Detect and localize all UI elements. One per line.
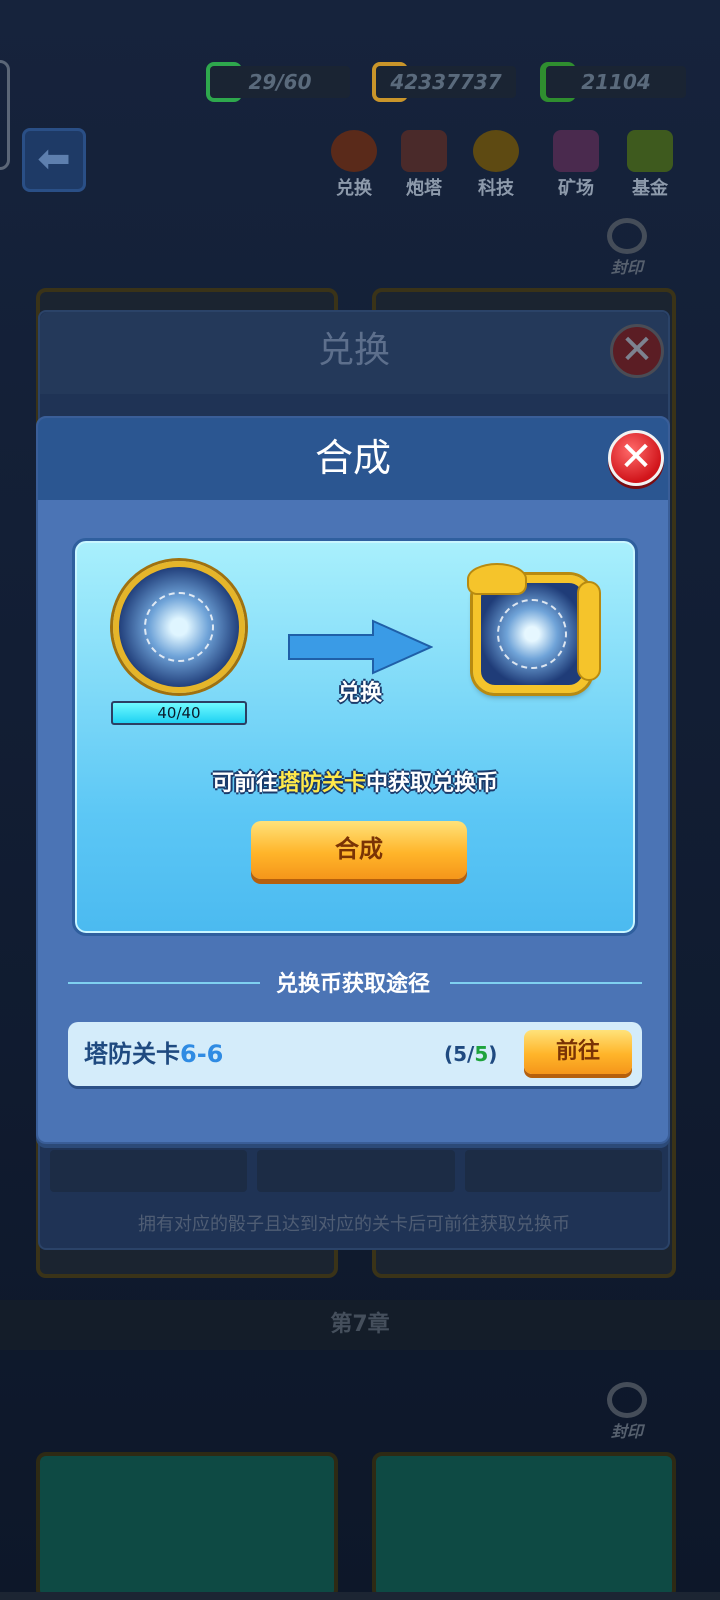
progress-text: 40/40: [157, 704, 201, 722]
nav-label: 科技: [478, 178, 514, 199]
route-count-value: 5: [474, 1042, 489, 1066]
exchange-hint: 拥有对应的骰子且达到对应的关卡后可前往获取兑换币: [138, 1214, 570, 1235]
bg-level-card-right[interactable]: [372, 1452, 676, 1600]
gem-counter: 21104: [546, 66, 686, 98]
chapter-header: 第7章: [0, 1300, 720, 1350]
arrow-label: 兑换: [337, 681, 382, 706]
seal-icon: [607, 1382, 647, 1418]
dragon-head-ornament: [467, 563, 527, 595]
route-name: 塔防关卡6-6: [84, 1022, 223, 1086]
gold-counter: 42337737: [376, 66, 516, 98]
dragon-tail-ornament: [577, 581, 601, 681]
route-row: 塔防关卡6-6 (5/5) 前往: [68, 1022, 642, 1086]
arrow-right-icon: [288, 619, 433, 675]
exchange-coin-icon: [113, 561, 245, 693]
exchange-slots: [50, 1150, 662, 1192]
nav-label: 兑换: [336, 178, 372, 199]
bg-level-card-left[interactable]: [36, 1452, 338, 1600]
seal-icon: [607, 218, 647, 254]
synth-panel: 40/40 兑换 可前往塔防关卡中获取兑换币 合成: [72, 538, 638, 936]
synth-dialog-title: 合成: [314, 436, 391, 480]
seal-badge-top: 封印: [602, 218, 652, 278]
route-count: (5/5): [444, 1022, 497, 1086]
nav-label: 炮塔: [406, 178, 442, 199]
route-stage-type: 塔防关卡: [84, 1040, 180, 1068]
mine-icon: [553, 130, 599, 172]
route-count-open: (5/: [444, 1042, 475, 1066]
exchange-dialog-title: 兑换: [317, 330, 390, 371]
energy-counter: 29/60: [210, 66, 350, 98]
seal-label: 封印: [610, 258, 643, 277]
synth-dialog: 合成 ✕ 40/40 兑换 可前往塔防关卡中获取兑换币 合成 兑换币获取途径 塔…: [36, 416, 670, 1144]
nav-fund[interactable]: 基金: [620, 130, 680, 200]
side-frame: [0, 60, 10, 170]
turret-icon: [401, 130, 447, 172]
nav-label: 基金: [632, 178, 668, 199]
exchange-slot[interactable]: [257, 1150, 455, 1192]
tip-highlight: 塔防关卡: [277, 771, 366, 796]
tip-prefix: 可前往: [211, 771, 278, 796]
exchange-dialog-header: 兑换: [40, 312, 668, 394]
nav-mine[interactable]: 矿场: [546, 130, 606, 200]
nav-tech[interactable]: 科技: [466, 130, 526, 200]
route-stage-number: 6-6: [180, 1040, 224, 1068]
coin-progress-bar: 40/40: [111, 701, 247, 725]
routes-title: 兑换币获取途径: [275, 972, 430, 997]
nav-turret[interactable]: 炮塔: [394, 130, 454, 200]
seal-label: 封印: [610, 1422, 643, 1441]
tech-icon: [473, 130, 519, 172]
synth-dialog-header: 合成: [38, 418, 668, 500]
tip-suffix: 中获取兑换币: [366, 771, 499, 796]
back-button[interactable]: ⬅: [22, 128, 86, 192]
dandelion-icon: [144, 592, 214, 662]
nav-exchange[interactable]: 兑换: [324, 130, 384, 200]
tip-text: 可前往塔防关卡中获取兑换币: [75, 765, 635, 797]
exchange-slot[interactable]: [464, 1150, 662, 1192]
synth-button[interactable]: 合成: [251, 821, 467, 879]
exchange-slot[interactable]: [50, 1150, 248, 1192]
close-button[interactable]: ✕: [608, 430, 664, 486]
scroll-indicator: [0, 1592, 720, 1600]
fund-icon: [627, 130, 673, 172]
route-count-close: ): [488, 1042, 498, 1066]
nav-label: 矿场: [558, 178, 594, 199]
go-button[interactable]: 前往: [524, 1030, 632, 1074]
exchange-close-button[interactable]: ✕: [610, 324, 664, 378]
exchange-icon: [331, 130, 377, 172]
dandelion-icon: [497, 599, 567, 669]
seal-badge-bottom: 封印: [602, 1382, 652, 1442]
